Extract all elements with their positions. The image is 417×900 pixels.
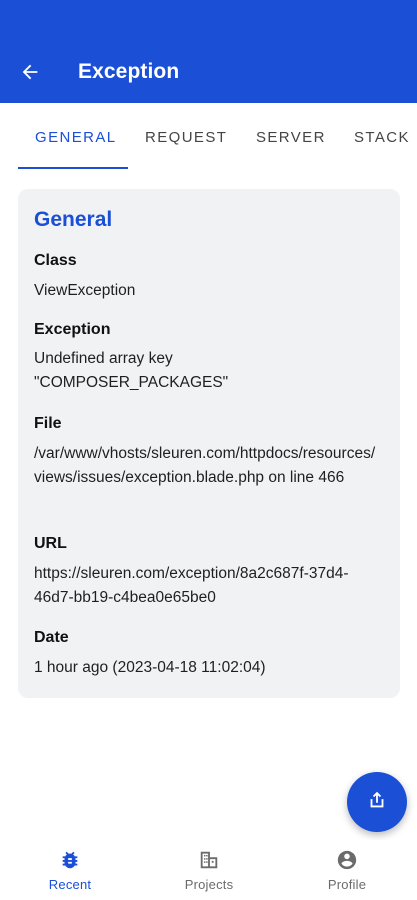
bottom-navigation: Recent Projects Profile (0, 840, 417, 900)
active-tab-indicator (18, 167, 128, 169)
tab-request[interactable]: REQUEST (145, 103, 227, 171)
app-bar: Exception (0, 0, 417, 103)
arrow-left-icon (19, 61, 41, 88)
tab-general[interactable]: GENERAL (35, 103, 117, 171)
back-button[interactable] (14, 58, 46, 90)
general-card: General Class ViewException Exception Un… (18, 189, 400, 698)
card-title: General (34, 208, 113, 231)
nav-recent[interactable]: Recent (10, 840, 130, 900)
page-title: Exception (78, 60, 180, 83)
nav-projects-label: Projects (184, 877, 234, 892)
exception-value: Undefined array key "COMPOSER_PACKAGES" (34, 350, 229, 391)
tab-server[interactable]: SERVER (256, 103, 326, 171)
tab-bar: GENERAL REQUEST SERVER STACK (0, 103, 417, 171)
class-label: Class (34, 252, 77, 269)
tab-stack[interactable]: STACK (354, 103, 410, 171)
url-value: https://sleuren.com/exception/8a2c687f-3… (34, 565, 349, 606)
nav-recent-label: Recent (48, 877, 92, 892)
url-label: URL (34, 535, 67, 552)
nav-profile-label: Profile (327, 877, 367, 892)
date-value: 1 hour ago (2023-04-18 11:02:04) (34, 659, 266, 676)
class-value: ViewException (34, 282, 136, 299)
file-value: /var/www/vhosts/sleuren.com/httpdocs/res… (34, 445, 376, 486)
share-button[interactable] (347, 772, 407, 832)
exception-label: Exception (34, 321, 111, 338)
nav-profile[interactable]: Profile (287, 840, 407, 900)
bug-icon (59, 849, 81, 871)
date-label: Date (34, 629, 69, 646)
file-label: File (34, 415, 62, 432)
share-icon (366, 789, 388, 816)
account-circle-icon (336, 849, 358, 871)
nav-projects[interactable]: Projects (149, 840, 269, 900)
buildings-icon (198, 849, 220, 871)
